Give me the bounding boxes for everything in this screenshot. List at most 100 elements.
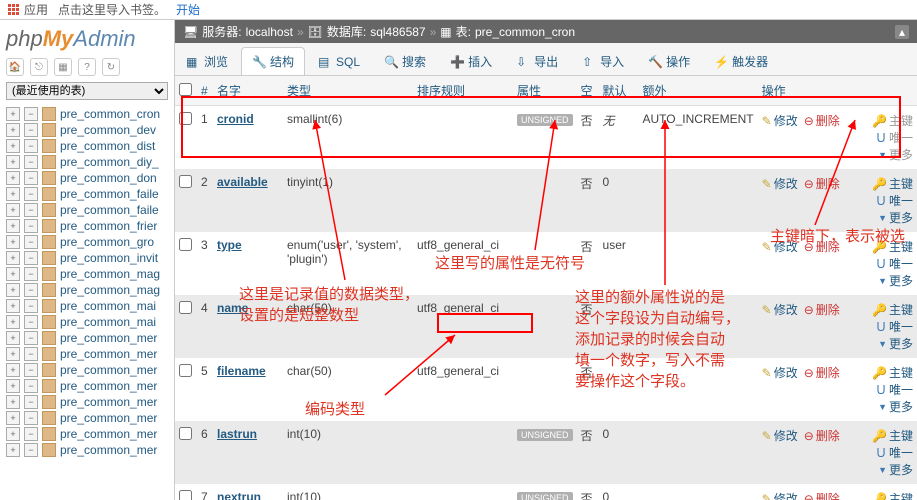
expand-icon[interactable]: − — [24, 363, 38, 377]
expand-icon[interactable]: − — [24, 203, 38, 217]
delete-link[interactable]: ⊖删除 — [804, 301, 840, 318]
expand-icon[interactable]: + — [6, 187, 20, 201]
tab-insert[interactable]: ➕插入 — [439, 47, 503, 75]
primary-key-link[interactable]: 🔑主键 — [872, 301, 913, 318]
row-checkbox[interactable] — [179, 427, 192, 440]
tree-item[interactable]: +−pre_common_mer — [6, 426, 168, 442]
edit-link[interactable]: ✎修改 — [762, 112, 798, 129]
unique-link[interactable]: Ｕ唯一 — [875, 192, 913, 209]
tab-browse[interactable]: ▦浏览 — [175, 47, 239, 75]
edit-link[interactable]: ✎修改 — [762, 427, 798, 444]
edit-link[interactable]: ✎修改 — [762, 301, 798, 318]
unique-link[interactable]: Ｕ唯一 — [875, 381, 913, 398]
expand-icon[interactable]: + — [6, 363, 20, 377]
row-checkbox[interactable] — [179, 238, 192, 251]
expand-icon[interactable]: + — [6, 331, 20, 345]
expand-icon[interactable]: − — [24, 427, 38, 441]
tree-item[interactable]: +−pre_common_mai — [6, 298, 168, 314]
unique-link[interactable]: Ｕ唯一 — [875, 129, 913, 146]
row-checkbox[interactable] — [179, 112, 192, 125]
tree-item[interactable]: +−pre_common_faile — [6, 202, 168, 218]
field-name[interactable]: cronid — [217, 112, 254, 126]
tab-import[interactable]: ⇧导入 — [571, 47, 635, 75]
expand-icon[interactable]: + — [6, 379, 20, 393]
expand-icon[interactable]: + — [6, 283, 20, 297]
expand-icon[interactable]: + — [6, 107, 20, 121]
tree-item[interactable]: +−pre_common_mer — [6, 394, 168, 410]
expand-icon[interactable]: − — [24, 347, 38, 361]
expand-icon[interactable]: − — [24, 443, 38, 457]
expand-icon[interactable]: − — [24, 251, 38, 265]
bc-server[interactable]: localhost — [246, 25, 293, 39]
more-link[interactable]: ▼更多 — [876, 146, 913, 163]
row-checkbox[interactable] — [179, 301, 192, 314]
tree-item[interactable]: +−pre_common_frier — [6, 218, 168, 234]
tab-export[interactable]: ⇩导出 — [505, 47, 569, 75]
tree-item[interactable]: +−pre_common_don — [6, 170, 168, 186]
tree-item[interactable]: +−pre_common_mer — [6, 378, 168, 394]
expand-icon[interactable]: + — [6, 139, 20, 153]
primary-key-link[interactable]: 🔑主键 — [872, 490, 913, 500]
row-checkbox[interactable] — [179, 175, 192, 188]
unique-link[interactable]: Ｕ唯一 — [875, 318, 913, 335]
expand-icon[interactable]: + — [6, 315, 20, 329]
start-link[interactable]: 开始 — [176, 1, 200, 18]
expand-icon[interactable]: + — [6, 267, 20, 281]
tree-item[interactable]: +−pre_common_faile — [6, 186, 168, 202]
tree-item[interactable]: +−pre_common_mer — [6, 330, 168, 346]
unique-link[interactable]: Ｕ唯一 — [875, 255, 913, 272]
expand-icon[interactable]: + — [6, 427, 20, 441]
tree-item[interactable]: +−pre_common_mer — [6, 346, 168, 362]
expand-icon[interactable]: − — [24, 107, 38, 121]
nav-shortcuts[interactable]: 🏠⎋▦?↻ — [6, 58, 168, 76]
tree-item[interactable]: +−pre_common_gro — [6, 234, 168, 250]
expand-icon[interactable]: − — [24, 235, 38, 249]
field-name[interactable]: name — [217, 301, 248, 315]
field-name[interactable]: nextrun — [217, 490, 261, 500]
tree-item[interactable]: +−pre_common_mer — [6, 362, 168, 378]
tree-item[interactable]: +−pre_common_cron — [6, 106, 168, 122]
tab-structure[interactable]: 🔧结构 — [241, 47, 305, 75]
more-link[interactable]: ▼更多 — [876, 209, 913, 226]
tab-search[interactable]: 🔍搜索 — [373, 47, 437, 75]
expand-icon[interactable]: + — [6, 123, 20, 137]
field-name[interactable]: available — [217, 175, 268, 189]
delete-link[interactable]: ⊖删除 — [804, 175, 840, 192]
row-checkbox[interactable] — [179, 490, 192, 500]
expand-icon[interactable]: + — [6, 299, 20, 313]
unique-link[interactable]: Ｕ唯一 — [875, 444, 913, 461]
tab-triggers[interactable]: ⚡触发器 — [703, 47, 779, 75]
tree-item[interactable]: +−pre_common_diy_ — [6, 154, 168, 170]
more-link[interactable]: ▼更多 — [876, 461, 913, 478]
expand-icon[interactable]: + — [6, 235, 20, 249]
tree-item[interactable]: +−pre_common_dist — [6, 138, 168, 154]
expand-icon[interactable]: − — [24, 155, 38, 169]
delete-link[interactable]: ⊖删除 — [804, 112, 840, 129]
delete-link[interactable]: ⊖删除 — [804, 490, 840, 500]
expand-icon[interactable]: − — [24, 331, 38, 345]
expand-icon[interactable]: + — [6, 251, 20, 265]
row-checkbox[interactable] — [179, 364, 192, 377]
primary-key-link[interactable]: 🔑主键 — [872, 238, 913, 255]
expand-icon[interactable]: + — [6, 155, 20, 169]
expand-icon[interactable]: − — [24, 395, 38, 409]
expand-icon[interactable]: − — [24, 219, 38, 233]
edit-link[interactable]: ✎修改 — [762, 175, 798, 192]
expand-icon[interactable]: − — [24, 123, 38, 137]
primary-key-link[interactable]: 🔑主键 — [872, 175, 913, 192]
more-link[interactable]: ▼更多 — [876, 398, 913, 415]
col-name[interactable]: 名字 — [213, 76, 283, 106]
expand-icon[interactable]: − — [24, 315, 38, 329]
expand-icon[interactable]: − — [24, 171, 38, 185]
tree-item[interactable]: +−pre_common_mer — [6, 410, 168, 426]
expand-icon[interactable]: − — [24, 299, 38, 313]
field-name[interactable]: lastrun — [217, 427, 257, 441]
expand-icon[interactable]: − — [24, 411, 38, 425]
delete-link[interactable]: ⊖删除 — [804, 238, 840, 255]
tree-item[interactable]: +−pre_common_invit — [6, 250, 168, 266]
select-all-checkbox[interactable] — [179, 83, 192, 96]
field-name[interactable]: filename — [217, 364, 266, 378]
expand-icon[interactable]: + — [6, 395, 20, 409]
bc-table[interactable]: pre_common_cron — [475, 25, 575, 39]
expand-icon[interactable]: − — [24, 187, 38, 201]
